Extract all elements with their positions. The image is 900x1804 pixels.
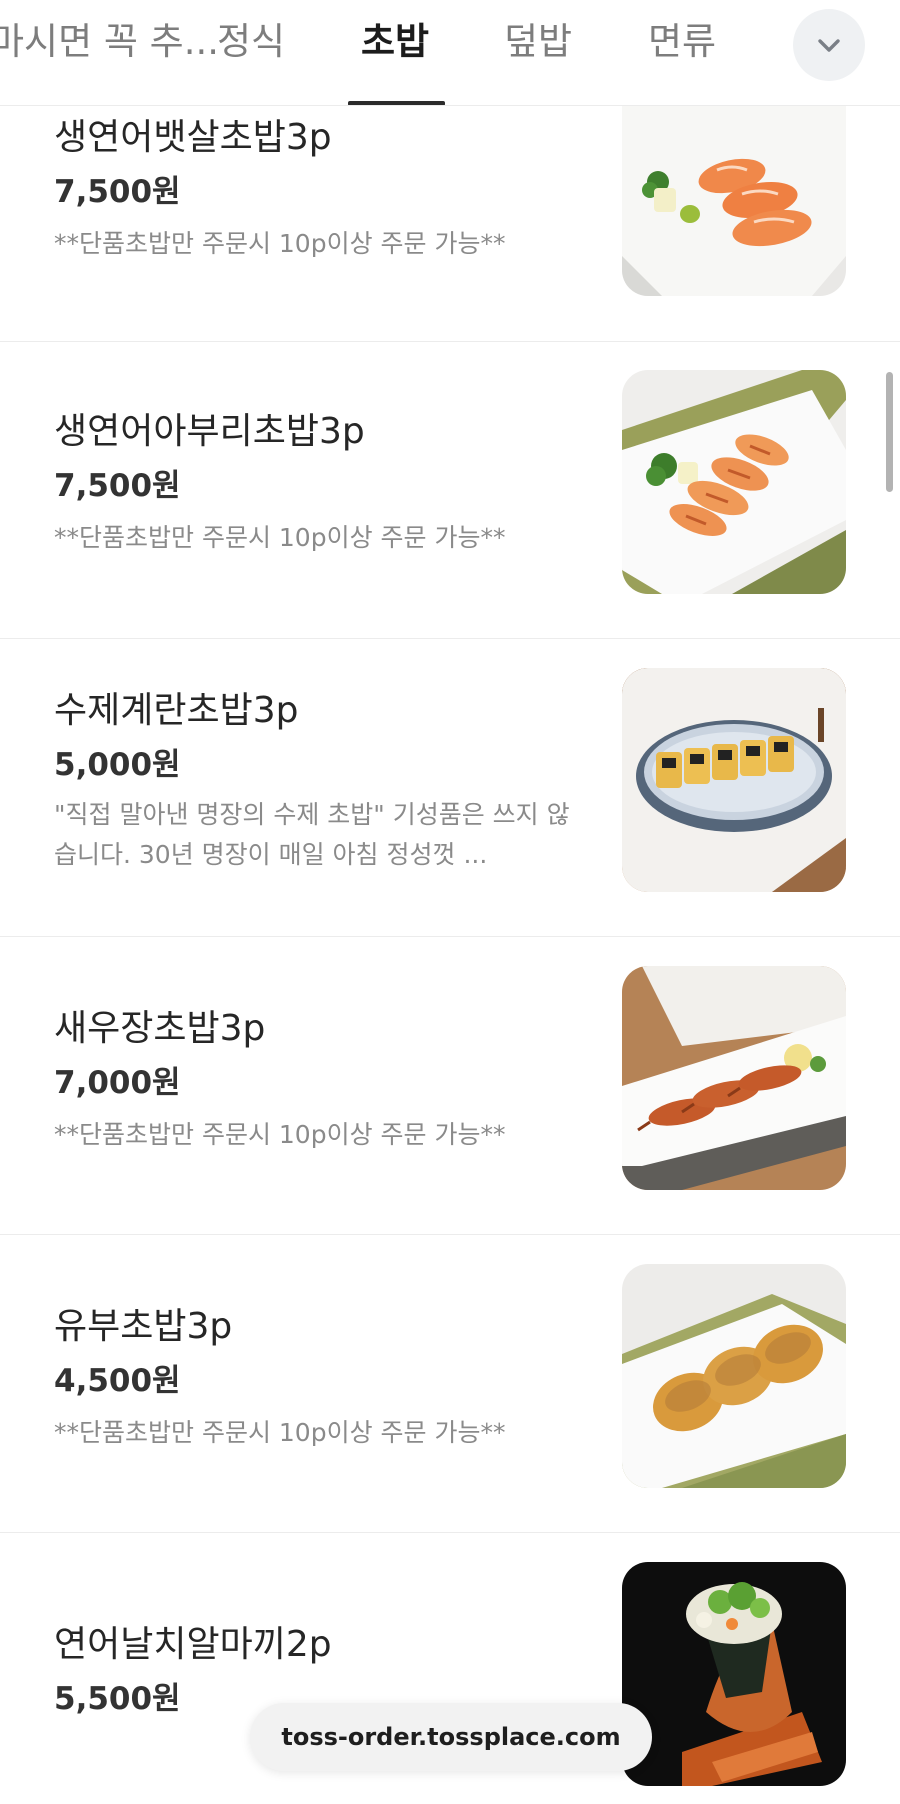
menu-item-name: 유부초밥3p bbox=[54, 1306, 233, 1347]
scrollbar-thumb[interactable] bbox=[886, 372, 893, 492]
menu-item[interactable]: 유부초밥3p 4,500원 **단품초밥만 주문시 10p이상 주문 가능** bbox=[0, 1235, 900, 1533]
menu-item-price: 7,000원 bbox=[54, 1065, 181, 1101]
menu-item-name: 연어날치알마끼2p bbox=[54, 1624, 332, 1665]
salmon-roe-hand-roll-photo bbox=[622, 1562, 846, 1786]
menu-item-price: 7,500원 bbox=[54, 468, 181, 504]
menu-item-name: 생연어아부리초밥3p bbox=[54, 411, 365, 452]
tab-rice-bowl[interactable]: 덮밥 bbox=[504, 20, 572, 64]
menu-item-price: 5,500원 bbox=[54, 1681, 181, 1717]
menu-item-name: 수제계란초밥3p bbox=[54, 690, 299, 731]
menu-item-description: **단품초밥만 주문시 10p이상 주문 가능** bbox=[54, 1120, 506, 1149]
url-bar[interactable]: toss-order.tossplace.com bbox=[250, 1703, 652, 1771]
menu-item[interactable]: 수제계란초밥3p 5,000원 "직접 말아낸 명장의 수제 초밥" 기성품은 … bbox=[0, 639, 900, 937]
menu-item-description: **단품초밥만 주문시 10p이상 주문 가능** bbox=[54, 523, 506, 552]
menu-item-price: 5,000원 bbox=[54, 747, 181, 783]
tab-set-meal[interactable]: 정식 bbox=[217, 20, 285, 64]
tab-sushi[interactable]: 초밥 bbox=[361, 20, 429, 64]
category-tab-bar: 마시면 꼭 추... 정식 초밥 덮밥 면류 bbox=[0, 0, 900, 106]
menu-item-price: 7,500원 bbox=[54, 174, 181, 210]
menu-item[interactable]: 생연어아부리초밥3p 7,500원 **단품초밥만 주문시 10p이상 주문 가… bbox=[0, 342, 900, 639]
menu-item-description: "직접 말아낸 명장의 수제 초밥" 기성품은 쓰지 않습니다. 30년 명장이… bbox=[54, 800, 570, 869]
seared-salmon-sushi-photo bbox=[622, 370, 846, 594]
menu-item-description: **단품초밥만 주문시 10p이상 주문 가능** bbox=[54, 229, 506, 258]
menu-item-name: 새우장초밥3p bbox=[54, 1008, 266, 1049]
menu-item[interactable]: 생연어뱃살초밥3p 7,500원 **단품초밥만 주문시 10p이상 주문 가능… bbox=[0, 106, 900, 342]
more-categories-button[interactable] bbox=[793, 9, 865, 81]
active-tab-indicator bbox=[348, 101, 445, 105]
shrimp-sushi-photo bbox=[622, 966, 846, 1190]
menu-item-price: 4,500원 bbox=[54, 1363, 181, 1399]
menu-item-description: **단품초밥만 주문시 10p이상 주문 가능** bbox=[54, 1418, 506, 1447]
tab-noodles[interactable]: 면류 bbox=[648, 20, 716, 64]
salmon-belly-sushi-photo bbox=[622, 106, 846, 296]
menu-item[interactable]: 새우장초밥3p 7,000원 **단품초밥만 주문시 10p이상 주문 가능** bbox=[0, 937, 900, 1235]
inari-sushi-photo bbox=[622, 1264, 846, 1488]
egg-sushi-photo bbox=[622, 668, 846, 892]
chevron-down-icon bbox=[818, 39, 840, 52]
tab-recommended[interactable]: 마시면 꼭 추... bbox=[0, 20, 219, 64]
menu-item-name: 생연어뱃살초밥3p bbox=[54, 117, 332, 158]
